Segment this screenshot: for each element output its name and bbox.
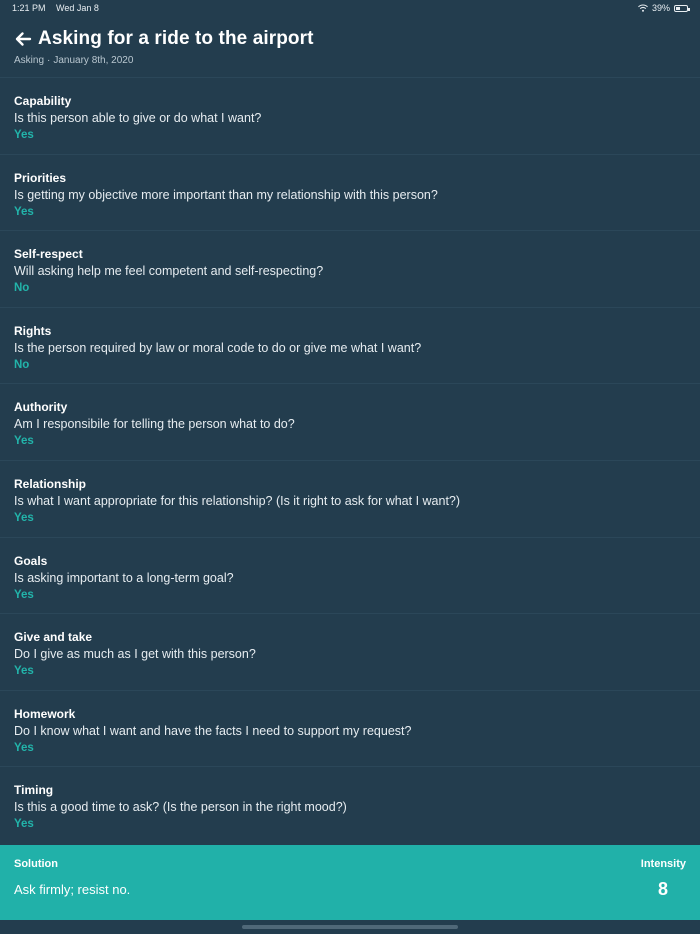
criterion-question: Is this a good time to ask? (Is the pers… [14,800,347,815]
wifi-icon [638,4,648,12]
criterion-question: Do I know what I want and have the facts… [14,723,412,738]
criteria-list: Capability Is this person able to give or… [0,77,700,843]
criterion-name: Homework [14,706,76,721]
criterion-answer: Yes [14,435,34,448]
criterion-name: Authority [14,400,68,415]
criterion-question: Do I give as much as I get with this per… [14,647,256,662]
criterion-answer: Yes [14,741,34,754]
criterion-question: Am I responsibile for telling the person… [14,417,295,432]
home-indicator[interactable] [242,925,458,929]
screen: 1:21 PM Wed Jan 8 39% Asking for a ride … [0,0,700,934]
solution-panel: Solution Ask firmly; resist no. Intensit… [0,845,700,920]
criterion-answer: No [14,282,30,295]
criterion-question: Is getting my objective more important t… [14,187,438,202]
battery-percent: 39% [651,3,670,13]
intensity-value: 8 [657,879,668,899]
list-item: Capability Is this person able to give or… [0,77,700,154]
criterion-name: Relationship [14,476,87,491]
criterion-question: Is this person able to give or do what I… [14,111,262,125]
criterion-answer: Yes [14,205,34,218]
list-item: Priorities Is getting my objective more i… [0,153,700,231]
criterion-name: Timing [14,783,54,798]
list-item: Give and take Do I give as much as I get … [0,613,700,690]
status-right: 39% [638,3,690,13]
criterion-answer: No [14,358,30,371]
criterion-question: Is what I want appropriate for this rela… [14,493,461,508]
criterion-name: Goals [14,553,48,568]
list-item: Goals Is asking important to a long-term … [0,536,700,614]
status-date: Wed Jan 8 [56,3,99,13]
category-label: Asking [14,55,45,66]
header: Asking for a ride to the airport Asking ·… [14,28,686,66]
status-bar: 1:21 PM Wed Jan 8 39% [0,0,700,16]
page-title: Asking for a ride to the airport [38,28,314,49]
criterion-answer: Yes [14,129,34,141]
battery-fill [676,6,680,10]
criterion-answer: Yes [14,588,34,601]
battery-icon [674,4,690,12]
list-item: Self-respect Will asking help me feel com… [0,230,700,307]
battery-cap [688,7,690,11]
criterion-question: Is the person required by law or moral c… [14,340,422,355]
list-item: Relationship Is what I want appropriate f… [0,459,700,537]
list-item: Rights Is the person required by law or m… [0,306,700,384]
solution-text: Ask firmly; resist no. [14,882,131,897]
list-item: Authority Am I responsibile for telling t… [0,383,700,460]
criterion-name: Rights [14,323,52,338]
list-item: Timing Is this a good time to ask? (Is th… [0,766,700,843]
status-time: 1:21 PM [12,3,46,13]
title-row: Asking for a ride to the airport [14,28,686,50]
entry-date: January 8th, 2020 [53,55,134,66]
status-left: 1:21 PM Wed Jan 8 [12,3,99,13]
solution-label: Solution [14,858,58,870]
arrow-left-icon[interactable] [14,30,32,48]
criterion-question: Is asking important to a long-term goal? [14,570,234,585]
criterion-answer: Yes [14,511,34,524]
criterion-name: Give and take [14,630,93,645]
criterion-name: Capability [14,94,72,108]
criterion-question: Will asking help me feel competent and s… [14,264,324,279]
intensity-label: Intensity [640,858,686,870]
criterion-name: Self-respect [14,247,83,262]
criterion-answer: Yes [14,665,34,678]
list-item: Homework Do I know what I want and have t… [0,689,700,767]
subtitle: Asking · January 8th, 2020 [14,55,686,66]
criterion-answer: Yes [14,818,34,831]
subtitle-separator: · [47,55,51,66]
criterion-name: Priorities [14,170,67,185]
